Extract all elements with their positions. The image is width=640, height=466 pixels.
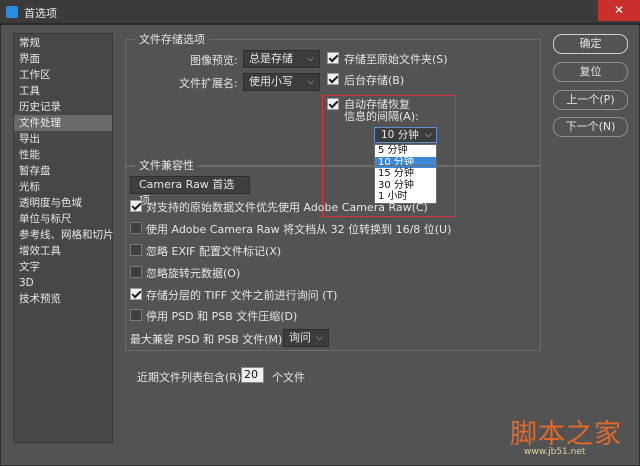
recent-files-unit: 个文件: [272, 371, 305, 384]
convert-32bit-checkbox[interactable]: [130, 222, 142, 234]
max-compat-value: 询问: [289, 331, 311, 344]
image-preview-select[interactable]: 总是存储 ⌵: [243, 50, 320, 68]
sidebar-item-export[interactable]: 导出: [14, 131, 112, 147]
camera-raw-prefs-button[interactable]: Camera Raw 首选项...: [130, 176, 250, 207]
sidebar-item-guides[interactable]: 参考线、网格和切片: [14, 227, 114, 243]
title-bar: 首选项 ✕: [0, 0, 640, 24]
disable-compression-label: 停用 PSD 和 PSB 文件压缩(D): [146, 310, 298, 323]
sidebar-item-units[interactable]: 单位与标尺: [14, 211, 112, 227]
chevron-down-icon: ⌵: [316, 333, 323, 343]
autosave-interval-value: 10 分钟: [381, 129, 419, 141]
prefer-camera-raw-label: 对支持的原始数据文件优先使用 Adobe Camera Raw(C): [146, 201, 428, 214]
interval-option-5min[interactable]: 5 分钟: [375, 145, 436, 157]
ignore-rotation-checkbox[interactable]: [130, 266, 142, 278]
sidebar-item-scratch-disks[interactable]: 暂存盘: [14, 163, 112, 179]
sidebar-item-tech-preview[interactable]: 技术预览: [14, 291, 112, 307]
background-save-label: 后台存储(B): [344, 74, 405, 87]
sidebar-item-3d[interactable]: 3D: [14, 275, 112, 291]
watermark-logo-text: 脚本之家: [510, 419, 622, 450]
sidebar-item-general[interactable]: 常规: [14, 35, 112, 51]
chevron-down-icon: ⌵: [425, 130, 432, 140]
sidebar-item-type[interactable]: 文字: [14, 259, 112, 275]
extension-value: 使用小写: [249, 75, 293, 88]
chevron-down-icon: ⌵: [307, 77, 314, 87]
sidebar-item-transparency[interactable]: 透明度与色域: [14, 195, 112, 211]
recent-files-input[interactable]: 20: [241, 367, 264, 383]
ask-tiff-layers-checkbox[interactable]: [130, 288, 142, 300]
sidebar-item-history[interactable]: 历史记录: [14, 99, 112, 115]
autosave-interval-select[interactable]: 10 分钟 ⌵: [374, 127, 437, 143]
file-compat-title: 文件兼容性: [135, 157, 198, 173]
image-preview-label: 图像预览:: [190, 54, 238, 67]
max-compat-select[interactable]: 询问 ⌵: [283, 329, 329, 347]
ask-tiff-layers-label: 存储分层的 TIFF 文件之前进行询问 (T): [146, 289, 338, 302]
watermark-url: www.jb51.net: [524, 447, 586, 457]
sidebar-item-interface[interactable]: 界面: [14, 51, 112, 67]
reset-button[interactable]: 复位: [553, 62, 628, 82]
autosave-checkbox[interactable]: [327, 98, 339, 110]
preferences-dialog: 常规 界面 工作区 工具 历史记录 文件处理 导出 性能 暂存盘 光标 透明度与…: [0, 24, 640, 466]
sidebar-item-tools[interactable]: 工具: [14, 83, 112, 99]
background-save-checkbox[interactable]: [327, 73, 339, 85]
sidebar-item-performance[interactable]: 性能: [14, 147, 112, 163]
sidebar-item-file-handling[interactable]: 文件处理: [14, 115, 112, 131]
sidebar: 常规 界面 工作区 工具 历史记录 文件处理 导出 性能 暂存盘 光标 透明度与…: [13, 33, 114, 443]
site-watermark: 脚本之家 www.jb51.net: [508, 412, 634, 460]
file-save-options-title: 文件存储选项: [135, 31, 209, 47]
extension-select[interactable]: 使用小写 ⌵: [243, 73, 320, 91]
max-compat-label: 最大兼容 PSD 和 PSB 文件(M):: [130, 333, 287, 346]
next-button[interactable]: 下一个(N): [553, 117, 628, 137]
ignore-exif-label: 忽略 EXIF 配置文件标记(X): [146, 245, 282, 258]
chevron-down-icon: ⌵: [307, 54, 314, 64]
photoshop-icon: [6, 6, 18, 18]
convert-32bit-label: 使用 Adobe Camera Raw 将文档从 32 位转换到 16/8 位(…: [146, 223, 452, 236]
extension-label: 文件扩展名:: [179, 77, 238, 90]
previous-button[interactable]: 上一个(P): [553, 90, 628, 110]
image-preview-value: 总是存储: [249, 52, 293, 65]
recent-files-label: 近期文件列表包含(R):: [137, 371, 245, 384]
save-to-original-label: 存储至原始文件夹(S): [344, 53, 448, 66]
sidebar-item-cursors[interactable]: 光标: [14, 179, 112, 195]
autosave-label-line2: 信息的间隔(A):: [344, 110, 419, 123]
sidebar-item-plugins[interactable]: 增效工具: [14, 243, 112, 259]
close-button[interactable]: ✕: [598, 0, 640, 21]
window-title: 首选项: [24, 7, 57, 20]
disable-compression-checkbox[interactable]: [130, 309, 142, 321]
ignore-exif-checkbox[interactable]: [130, 244, 142, 256]
ok-button[interactable]: 确定: [553, 34, 628, 54]
ignore-rotation-label: 忽略旋转元数据(O): [146, 267, 241, 280]
prefer-camera-raw-checkbox[interactable]: [130, 200, 142, 212]
save-to-original-checkbox[interactable]: [327, 52, 339, 64]
sidebar-item-workspace[interactable]: 工作区: [14, 67, 112, 83]
